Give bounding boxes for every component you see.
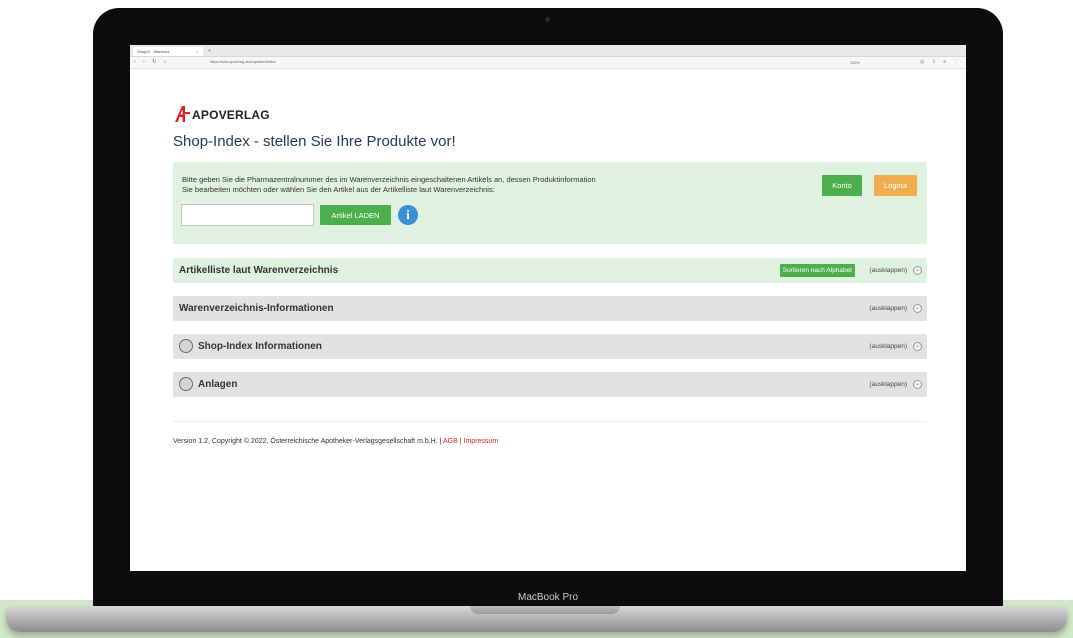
sort-alphabet-button[interactable]: Sortieren nach Alphabet xyxy=(779,264,855,277)
browser-tabbar: ShopIX - Warenvz. × + xyxy=(130,45,966,57)
info-icon[interactable]: i xyxy=(398,205,418,225)
browser-urlbar: ‹ › ↻ ⌂ https://www.apoverlag.at/shopind… xyxy=(130,57,966,69)
page-footer: Version 1.2, Copyright © 2022, Österreic… xyxy=(173,438,498,445)
browser-nav-icons[interactable]: ‹ › ↻ ⌂ xyxy=(134,57,170,68)
accordion-title: Warenverzeichnis-Informationen xyxy=(179,303,334,314)
accordion-title: Anlagen xyxy=(198,379,238,390)
address-bar[interactable]: https://www.apoverlag.at/shopindex/Artik… xyxy=(210,59,276,66)
new-tab-icon[interactable]: + xyxy=(208,47,211,56)
accordion-shop-index-info[interactable]: Shop-Index Informationen (ausklappen) ⌄ xyxy=(173,334,927,359)
account-button[interactable]: Konto xyxy=(822,175,862,196)
accordion-attachments[interactable]: Anlagen (ausklappen) ⌄ xyxy=(173,372,927,397)
footer-divider xyxy=(173,421,927,422)
expand-toggle[interactable]: (ausklappen) xyxy=(869,296,907,321)
camera-dot xyxy=(545,17,550,22)
accordion-title: Artikelliste laut Warenverzeichnis xyxy=(179,265,339,276)
accordion-article-list[interactable]: Artikelliste laut Warenverzeichnis Sorti… xyxy=(173,258,927,283)
logout-button[interactable]: Logout xyxy=(874,175,917,196)
accordion-warenverzeichnis-info[interactable]: Warenverzeichnis-Informationen (ausklapp… xyxy=(173,296,927,321)
accordion-title: Shop-Index Informationen xyxy=(198,341,322,352)
logo-text: APOVERLAG xyxy=(192,108,270,122)
expand-toggle[interactable]: (ausklappen) xyxy=(869,258,907,283)
agb-link[interactable]: AGB xyxy=(443,438,458,445)
browser-tab-title: ShopIX - Warenvz. xyxy=(137,49,171,54)
laptop-lid: ShopIX - Warenvz. × + ‹ › ↻ ⌂ https://ww… xyxy=(93,8,1003,612)
impressum-link[interactable]: Impressum xyxy=(464,438,499,445)
zoom-level[interactable]: 110% xyxy=(850,57,860,68)
laptop-base-notch xyxy=(470,606,620,614)
load-article-button[interactable]: Artikel LADEN xyxy=(320,205,391,225)
footer-copyright: Version 1.2, Copyright © 2022, Österreic… xyxy=(173,438,444,445)
lookup-instructions: Bitte geben Sie die Pharmazentralnummer … xyxy=(182,175,702,195)
browser-tool-icons[interactable]: ◎ ⇩ ≡ ⋮ xyxy=(920,57,962,68)
article-lookup-panel: Bitte geben Sie die Pharmazentralnummer … xyxy=(173,162,927,244)
chevron-down-icon[interactable]: ⌄ xyxy=(913,266,922,275)
instructions-line-1: Bitte geben Sie die Pharmazentralnummer … xyxy=(182,175,596,184)
status-circle-icon xyxy=(179,339,193,353)
instructions-line-2: Sie bearbeiten möchten oder wählen Sie d… xyxy=(182,185,495,194)
device-model-label: MacBook Pro xyxy=(517,592,579,603)
pzn-input[interactable] xyxy=(181,204,314,226)
chevron-down-icon[interactable]: ⌄ xyxy=(913,342,922,351)
expand-toggle[interactable]: (ausklappen) xyxy=(869,372,907,397)
browser-tab[interactable]: ShopIX - Warenvz. xyxy=(133,47,203,56)
apoverlag-logo-icon xyxy=(175,106,190,122)
page-title: Shop-Index - stellen Sie Ihre Produkte v… xyxy=(173,133,456,150)
expand-toggle[interactable]: (ausklappen) xyxy=(869,334,907,359)
chevron-down-icon[interactable]: ⌄ xyxy=(913,380,922,389)
status-circle-icon xyxy=(179,377,193,391)
browser-screen: ShopIX - Warenvz. × + ‹ › ↻ ⌂ https://ww… xyxy=(130,45,966,571)
tab-close-icon[interactable]: × xyxy=(196,47,198,56)
chevron-down-icon[interactable]: ⌄ xyxy=(913,304,922,313)
